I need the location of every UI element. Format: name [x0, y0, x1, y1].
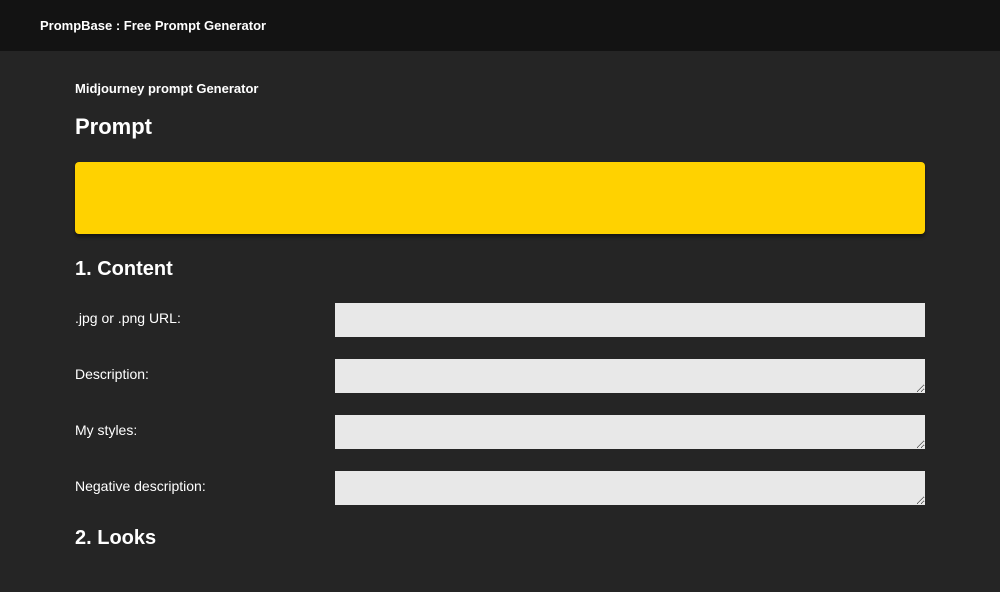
- my-styles-label: My styles:: [75, 415, 335, 438]
- url-input[interactable]: [335, 303, 925, 337]
- content-area: Midjourney prompt Generator Prompt 1. Co…: [0, 51, 1000, 592]
- prompt-heading: Prompt: [75, 114, 925, 140]
- section-looks-heading: 2. Looks: [75, 527, 925, 550]
- description-label: Description:: [75, 359, 335, 382]
- my-styles-input[interactable]: [335, 415, 925, 449]
- url-label: .jpg or .png URL:: [75, 303, 335, 326]
- negative-description-input[interactable]: [335, 471, 925, 505]
- page-subtitle: Midjourney prompt Generator: [75, 81, 925, 96]
- field-row-url: .jpg or .png URL:: [75, 303, 925, 337]
- prompt-output-box[interactable]: [75, 162, 925, 234]
- top-bar: PrompBase : Free Prompt Generator: [0, 0, 1000, 51]
- negative-description-label: Negative description:: [75, 471, 335, 494]
- field-row-description: Description:: [75, 359, 925, 393]
- section-content-heading: 1. Content: [75, 258, 925, 281]
- description-input[interactable]: [335, 359, 925, 393]
- field-row-my-styles: My styles:: [75, 415, 925, 449]
- app-title: PrompBase : Free Prompt Generator: [40, 18, 266, 33]
- field-row-negative-description: Negative description:: [75, 471, 925, 505]
